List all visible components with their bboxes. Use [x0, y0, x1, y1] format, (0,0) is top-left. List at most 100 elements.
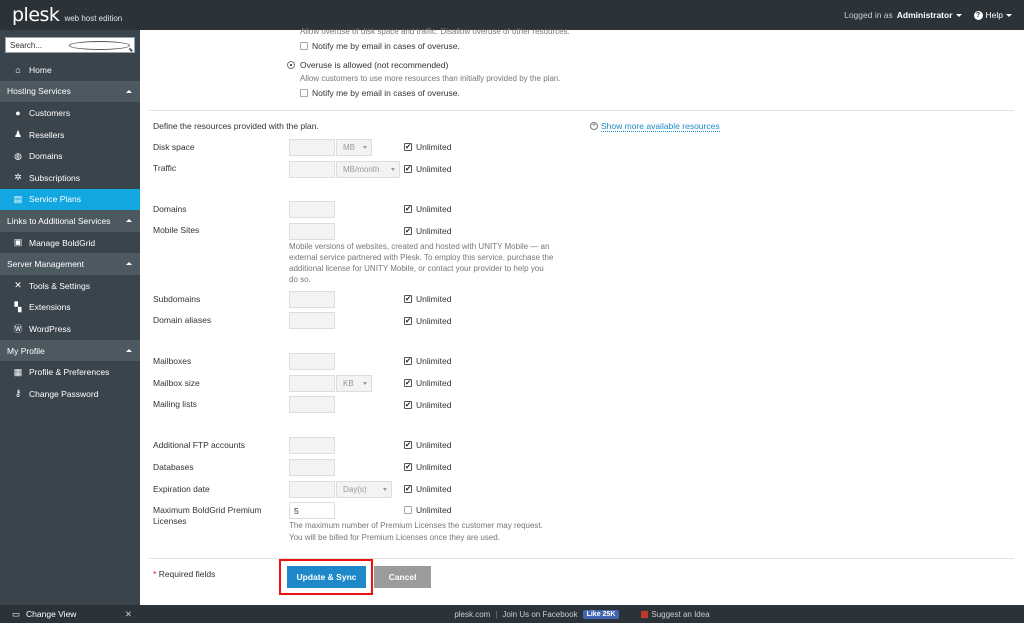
change-view-button[interactable]: ▭ Change View ✕ [0, 605, 140, 623]
traffic-input[interactable] [289, 161, 335, 178]
boldgrid-unlimited-checkbox[interactable] [404, 506, 412, 514]
expiration-unlimited-checkbox[interactable] [404, 484, 412, 493]
user-menu[interactable]: Administrator [897, 10, 953, 20]
sidebar-item-service-plans[interactable]: ▤ Service Plans [0, 188, 140, 211]
sidebar-item-change-password[interactable]: ⚷ Change Password [0, 383, 140, 405]
domain-aliases-unlimited-checkbox[interactable] [404, 316, 412, 325]
sidebar-item-tools-settings[interactable]: ✕ Tools & Settings [0, 275, 140, 297]
subdomains-input[interactable] [289, 291, 335, 308]
footer: plesk.com | Join Us on Facebook Like 25K… [140, 605, 1024, 623]
sidebar-item-label: Service Plans [29, 194, 81, 205]
mailbox-size-label: Mailbox size [153, 378, 200, 388]
tools-icon: ✕ [14, 280, 22, 291]
unlimited-label: Unlimited [416, 440, 452, 450]
extensions-icon: ▚ [14, 301, 22, 312]
unlimited-label: Unlimited [416, 462, 452, 472]
unlimited-label: Unlimited [416, 226, 452, 236]
sidebar-item-manage-boldgrid[interactable]: ▣ Manage BoldGrid [0, 232, 140, 254]
chevron-up-icon [126, 348, 132, 352]
databases-label: Databases [153, 462, 194, 472]
mobile-sites-label: Mobile Sites [153, 225, 200, 235]
search-icon[interactable] [69, 40, 130, 50]
document-icon: ▤ [13, 193, 23, 204]
traffic-unit-select[interactable]: MB/month [336, 161, 400, 178]
expiration-input[interactable] [289, 481, 335, 498]
required-fields-note: * Required fields [153, 569, 215, 579]
facebook-like-button[interactable]: Like 25K [582, 609, 620, 619]
chevron-up-icon [126, 219, 132, 223]
idea-icon [641, 610, 649, 618]
mobile-sites-input[interactable] [289, 223, 335, 240]
section-my-profile[interactable]: My Profile [0, 339, 140, 362]
section-title: Links to Additional Services [7, 215, 111, 226]
mailbox-size-unit-select[interactable]: KB [336, 375, 372, 392]
traffic-unlimited-checkbox[interactable] [404, 164, 412, 173]
notify-overuse-checkbox-2[interactable] [300, 89, 308, 97]
suggest-idea-link[interactable]: Suggest an Idea [651, 610, 709, 619]
sidebar-item-profile-preferences[interactable]: ▦ Profile & Preferences [0, 361, 140, 383]
disk-space-unlimited-checkbox[interactable] [404, 142, 412, 151]
key-icon: ⚷ [14, 388, 22, 399]
sidebar-item-label: Domains [29, 151, 63, 162]
globe-icon: ◍ [14, 150, 22, 161]
chevron-down-icon [363, 382, 367, 385]
ftp-accounts-label: Additional FTP accounts [153, 440, 245, 450]
plesk-site-link[interactable]: plesk.com [454, 610, 490, 619]
mailboxes-input[interactable] [289, 353, 335, 370]
search-input[interactable]: Search... [5, 37, 135, 53]
mailbox-size-unlimited-checkbox[interactable] [404, 378, 412, 387]
unlimited-label: Unlimited [416, 316, 452, 326]
mailboxes-label: Mailboxes [153, 356, 192, 366]
disk-space-unit-select[interactable]: MB [336, 139, 372, 156]
mailbox-size-input[interactable] [289, 375, 335, 392]
close-icon[interactable]: ✕ [125, 609, 132, 620]
disk-space-input[interactable] [289, 139, 335, 156]
ftp-unlimited-checkbox[interactable] [404, 440, 412, 449]
mailing-lists-unlimited-checkbox[interactable] [404, 400, 412, 409]
sidebar-item-domains[interactable]: ◍ Domains [0, 145, 140, 167]
domains-unlimited-checkbox[interactable] [404, 204, 412, 213]
resources-intro: Define the resources provided with the p… [153, 121, 319, 131]
section-links-additional[interactable]: Links to Additional Services [0, 210, 140, 232]
domain-aliases-input[interactable] [289, 312, 335, 329]
databases-unlimited-checkbox[interactable] [404, 462, 412, 471]
update-sync-button[interactable]: Update & Sync [287, 566, 366, 588]
domains-input[interactable] [289, 201, 335, 218]
sidebar-item-subscriptions[interactable]: ✲ Subscriptions [0, 167, 140, 189]
expiration-unit-select[interactable]: Day(s) [336, 481, 392, 498]
help-menu[interactable]: ? Help [973, 10, 1012, 20]
plesk-logo[interactable]: plesk web host edition [12, 4, 122, 26]
mailing-lists-input[interactable] [289, 396, 335, 413]
notify-overuse-checkbox-1[interactable] [300, 42, 308, 50]
plus-circle-icon: + [590, 122, 598, 130]
section-hosting-services[interactable]: Hosting Services [0, 80, 140, 103]
cancel-button[interactable]: Cancel [374, 566, 431, 588]
sidebar-item-resellers[interactable]: ♟ Resellers [0, 124, 140, 146]
mobile-sites-unlimited-checkbox[interactable] [404, 226, 412, 235]
databases-input[interactable] [289, 459, 335, 476]
wordpress-icon: Ⓦ [13, 324, 23, 335]
ftp-accounts-input[interactable] [289, 437, 335, 454]
join-facebook-link[interactable]: Join Us on Facebook [502, 610, 577, 619]
sidebar-item-wordpress[interactable]: Ⓦ WordPress [0, 318, 140, 340]
chevron-down-icon [1006, 13, 1012, 17]
overuse-allowed-radio[interactable] [287, 61, 295, 69]
show-more-resources-link[interactable]: Show more available resources [601, 121, 720, 132]
home-icon: ⌂ [15, 64, 21, 75]
mobile-sites-hint: external service partnered with Plesk. T… [289, 253, 554, 262]
divider [149, 110, 1014, 111]
section-server-management[interactable]: Server Management [0, 253, 140, 275]
sidebar-item-label: WordPress [29, 323, 71, 334]
boldgrid-hint: The maximum number of Premium Licenses t… [289, 521, 543, 530]
chevron-down-icon [383, 488, 387, 491]
sidebar-item-home[interactable]: ⌂ Home [0, 59, 140, 81]
sidebar-item-extensions[interactable]: ▚ Extensions [0, 297, 140, 319]
boldgrid-licenses-input[interactable]: 5 [289, 502, 335, 519]
overuse-allowed-hint: Allow customers to use more resources th… [300, 74, 561, 83]
subdomains-unlimited-checkbox[interactable] [404, 294, 412, 303]
unlimited-label: Unlimited [416, 378, 452, 388]
mailboxes-unlimited-checkbox[interactable] [404, 356, 412, 365]
mobile-sites-hint: Mobile versions of websites, created and… [289, 242, 550, 251]
sidebar-item-customers[interactable]: ● Customers [0, 102, 140, 124]
overuse-allowed-label: Overuse is allowed (not recommended) [300, 60, 449, 70]
